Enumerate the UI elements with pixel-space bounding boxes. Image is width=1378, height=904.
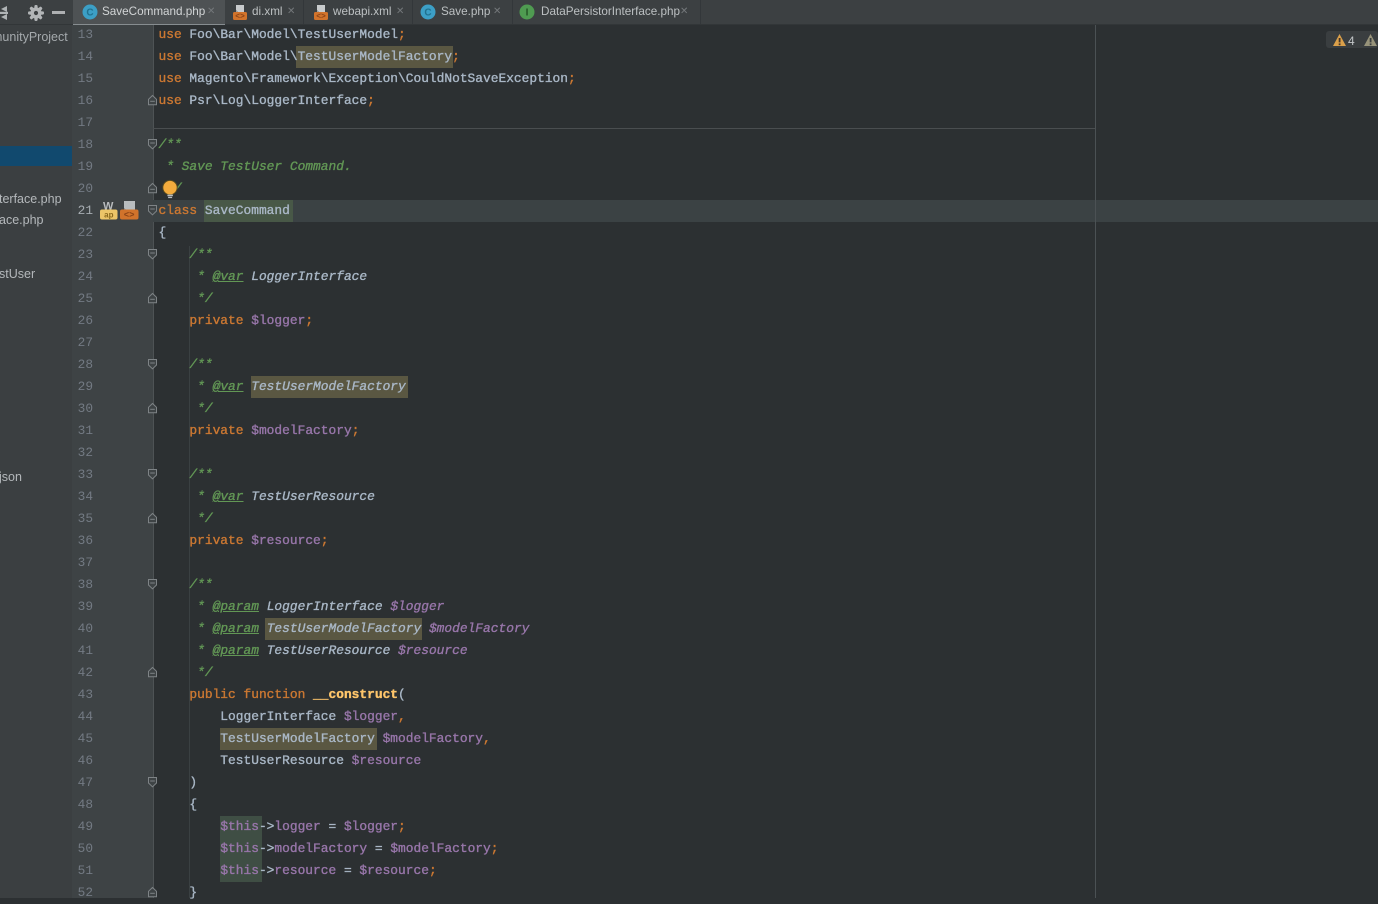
svg-text:<>: <>	[316, 13, 326, 21]
svg-text:ap: ap	[104, 210, 113, 219]
svg-text:<>: <>	[235, 13, 245, 21]
svg-text:C: C	[424, 8, 431, 19]
svg-text:<>: <>	[124, 211, 135, 221]
svg-text:I: I	[526, 8, 529, 19]
svg-text:C: C	[86, 8, 93, 19]
